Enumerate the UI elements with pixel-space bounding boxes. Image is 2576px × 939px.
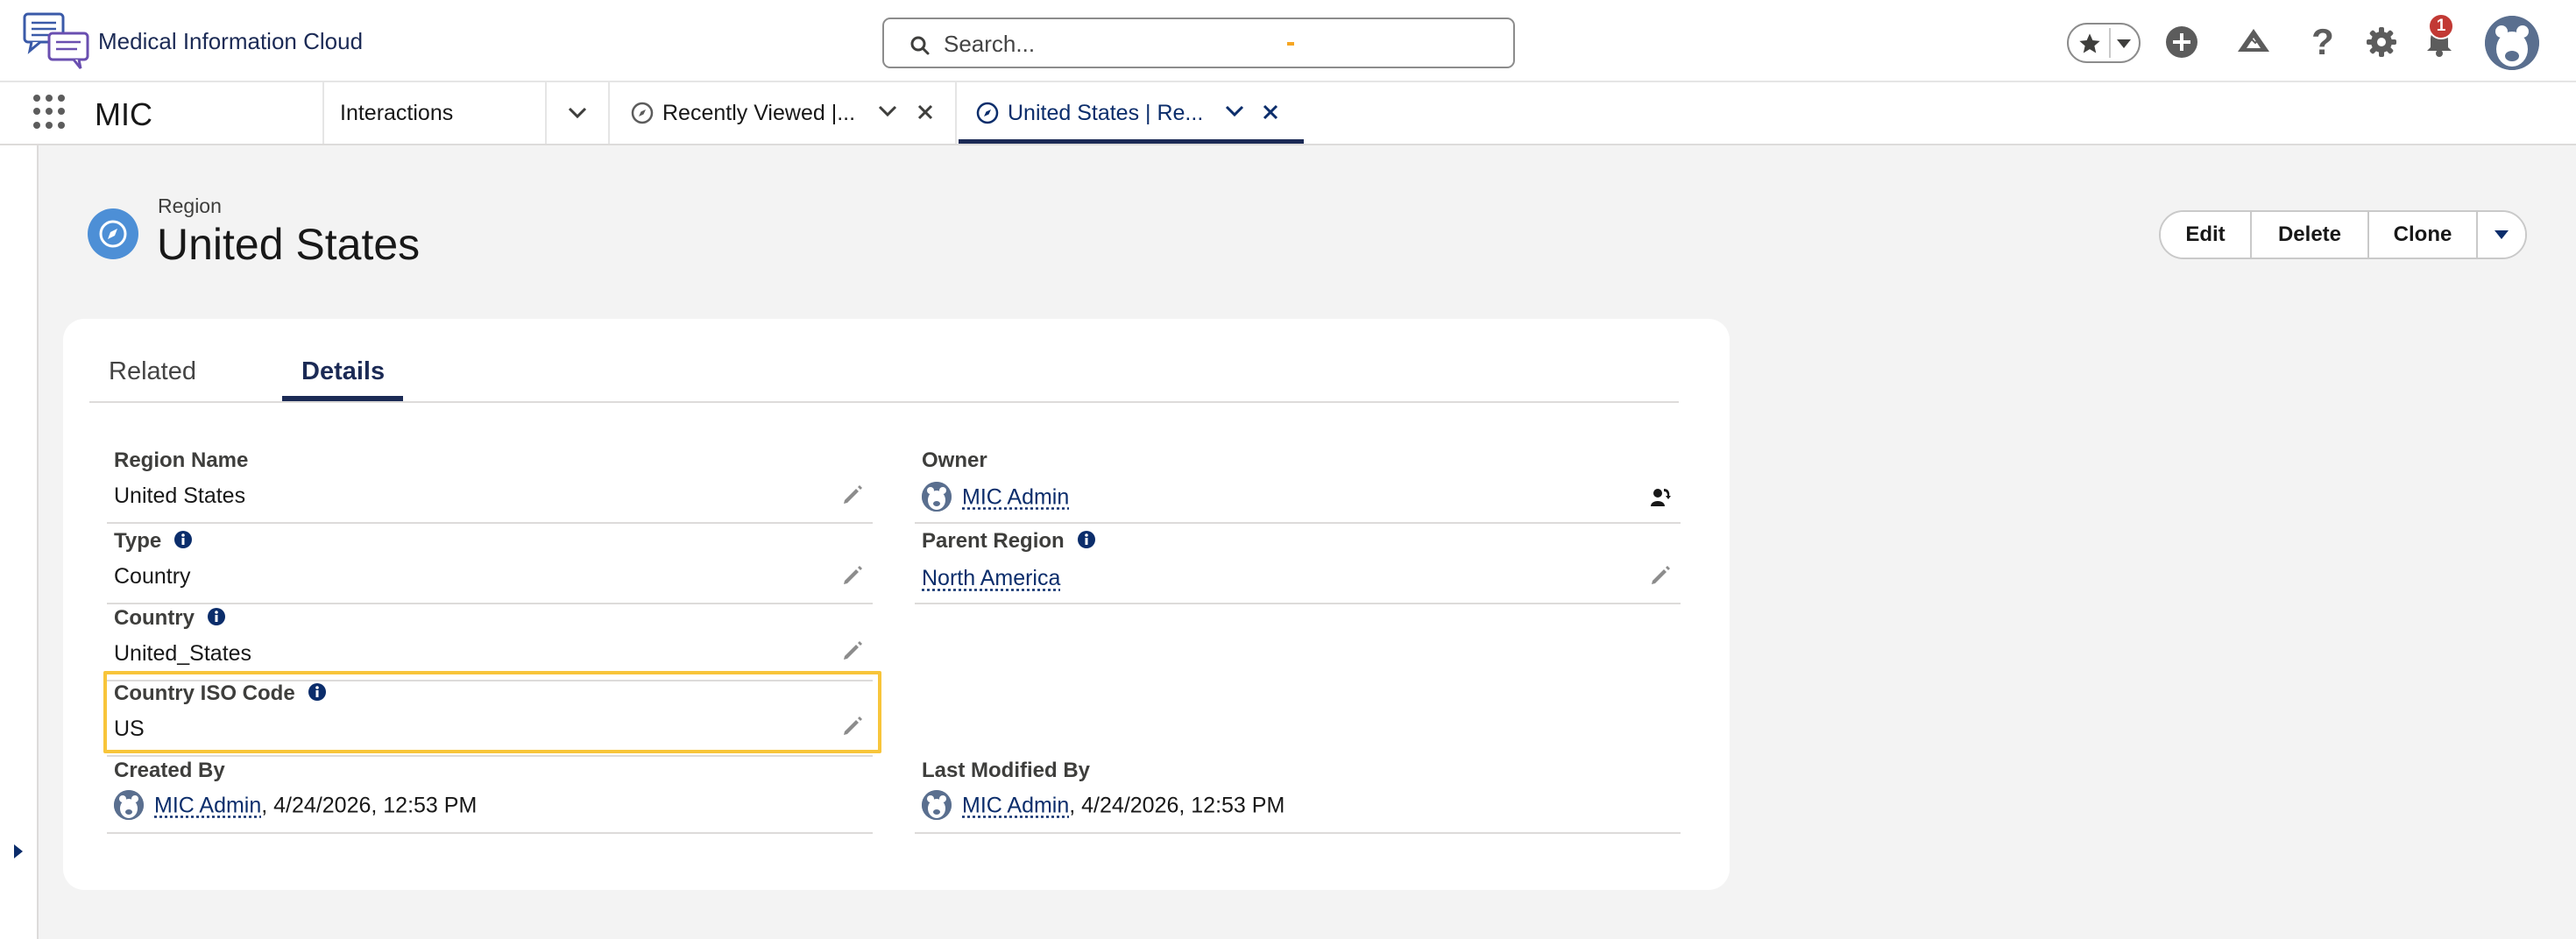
field-label: Last Modified By	[922, 759, 1091, 782]
chevron-down-icon	[568, 107, 587, 119]
tab-label: Recently Viewed |...	[662, 100, 856, 125]
field-region-name: Region Name United States	[107, 448, 873, 524]
close-icon[interactable]	[1262, 103, 1279, 121]
help-button[interactable]: ?	[2310, 18, 2336, 67]
created-by-avatar[interactable]	[114, 790, 144, 820]
favorites-button-group[interactable]	[2067, 23, 2141, 63]
field-value: United States	[114, 484, 246, 508]
field-label: Parent Region	[922, 529, 1096, 554]
tab-united-states[interactable]: United States | Re...	[959, 82, 1304, 144]
edit-pencil-icon[interactable]	[841, 564, 864, 587]
user-avatar[interactable]	[2485, 16, 2539, 70]
field-parent-region: Parent Region North America	[915, 529, 1681, 604]
field-value: MIC Admin, 4/24/2026, 12:53 PM	[922, 790, 1285, 822]
chevron-down-icon[interactable]	[878, 105, 897, 117]
loading-indicator-icon	[1287, 42, 1294, 46]
nav-item-interactions[interactable]: Interactions	[322, 82, 547, 144]
record-actions: Edit Delete Clone	[2159, 210, 2527, 259]
record-detail-card: Related Details Region Name United State…	[63, 319, 1730, 890]
global-actions-button[interactable]	[2163, 18, 2200, 67]
logo-text: Medical Information Cloud	[98, 28, 364, 54]
delete-button[interactable]: Delete	[2252, 212, 2369, 258]
info-icon[interactable]	[173, 530, 193, 549]
tab-recently-viewed[interactable]: Recently Viewed |...	[613, 82, 957, 144]
clone-button[interactable]: Clone	[2369, 212, 2478, 258]
global-header: Medical Information Cloud ?	[0, 0, 2576, 82]
record-type-label: Region	[158, 194, 222, 217]
compass-icon	[99, 220, 127, 248]
close-icon[interactable]	[916, 103, 934, 121]
more-actions-button[interactable]	[2478, 212, 2525, 258]
created-date: , 4/24/2026, 12:53 PM	[261, 793, 478, 818]
region-record-icon	[88, 208, 138, 259]
star-icon[interactable]	[2077, 32, 2102, 56]
created-by-link[interactable]: MIC Admin	[154, 794, 261, 818]
field-value: North America	[922, 566, 1060, 591]
setup-button[interactable]	[2364, 18, 2399, 67]
last-modified-by-avatar[interactable]	[922, 790, 952, 820]
divider	[2109, 28, 2111, 58]
medical-information-cloud-logo[interactable]	[23, 12, 91, 70]
chevron-down-icon[interactable]	[2114, 37, 2134, 51]
field-value: MIC Admin, 4/24/2026, 12:53 PM	[114, 790, 478, 822]
edit-button[interactable]: Edit	[2161, 212, 2252, 258]
left-panel	[0, 145, 39, 939]
trailhead-button[interactable]	[2234, 18, 2273, 67]
chevron-down-icon	[2495, 230, 2509, 239]
expand-panel-icon[interactable]	[12, 843, 25, 860]
last-modified-by-link[interactable]: MIC Admin	[962, 794, 1069, 818]
app-launcher-icon[interactable]	[33, 95, 68, 130]
field-value: United_States	[114, 641, 252, 666]
field-label: Country	[114, 606, 226, 631]
compass-icon	[631, 102, 654, 124]
info-icon[interactable]	[207, 607, 226, 626]
global-search[interactable]	[882, 18, 1515, 68]
field-value: MIC Admin	[922, 482, 1069, 513]
navigation-bar: MIC Interactions Recently Viewed |... Un…	[0, 82, 2576, 145]
info-icon[interactable]	[1077, 530, 1096, 549]
nav-menu-button[interactable]	[547, 82, 610, 144]
add-icon	[2166, 26, 2197, 58]
gear-icon	[2367, 27, 2396, 57]
field-last-modified-by: Last Modified By MIC Admin, 4/24/2026, 1…	[915, 759, 1681, 834]
parent-region-link[interactable]: North America	[922, 566, 1060, 590]
notification-count-badge: 1	[2428, 13, 2454, 39]
tab-related[interactable]: Related	[109, 357, 196, 386]
owner-avatar[interactable]	[922, 482, 952, 512]
compass-icon	[976, 102, 999, 124]
field-label: Region Name	[114, 448, 249, 472]
field-owner: Owner MIC Admin	[915, 448, 1681, 524]
last-modified-date: , 4/24/2026, 12:53 PM	[1069, 793, 1285, 818]
edit-pencil-icon[interactable]	[1649, 564, 1672, 587]
change-owner-icon[interactable]	[1649, 485, 1672, 508]
active-tab-indicator	[282, 396, 403, 401]
field-created-by: Created By MIC Admin, 4/24/2026, 12:53 P…	[107, 759, 873, 834]
page-title: United States	[157, 220, 421, 269]
edit-pencil-icon[interactable]	[841, 484, 864, 506]
trailhead-icon	[2238, 29, 2269, 52]
app-name: MIC	[95, 96, 152, 132]
chevron-down-icon[interactable]	[1225, 105, 1244, 117]
field-value: Country	[114, 564, 191, 589]
search-input[interactable]	[944, 28, 1469, 60]
tab-label: United States | Re...	[1008, 100, 1204, 125]
field-label: Type	[114, 529, 193, 554]
help-icon: ?	[2311, 21, 2334, 62]
search-icon	[910, 36, 930, 55]
field-label: Created By	[114, 759, 225, 782]
edit-pencil-icon[interactable]	[841, 639, 864, 662]
owner-link[interactable]: MIC Admin	[962, 485, 1069, 510]
field-type: Type Country	[107, 529, 873, 604]
tab-details[interactable]: Details	[301, 357, 385, 386]
field-label: Owner	[922, 448, 987, 472]
record-tabs: Related Details	[89, 319, 1679, 403]
field-highlight-outline	[103, 671, 881, 753]
